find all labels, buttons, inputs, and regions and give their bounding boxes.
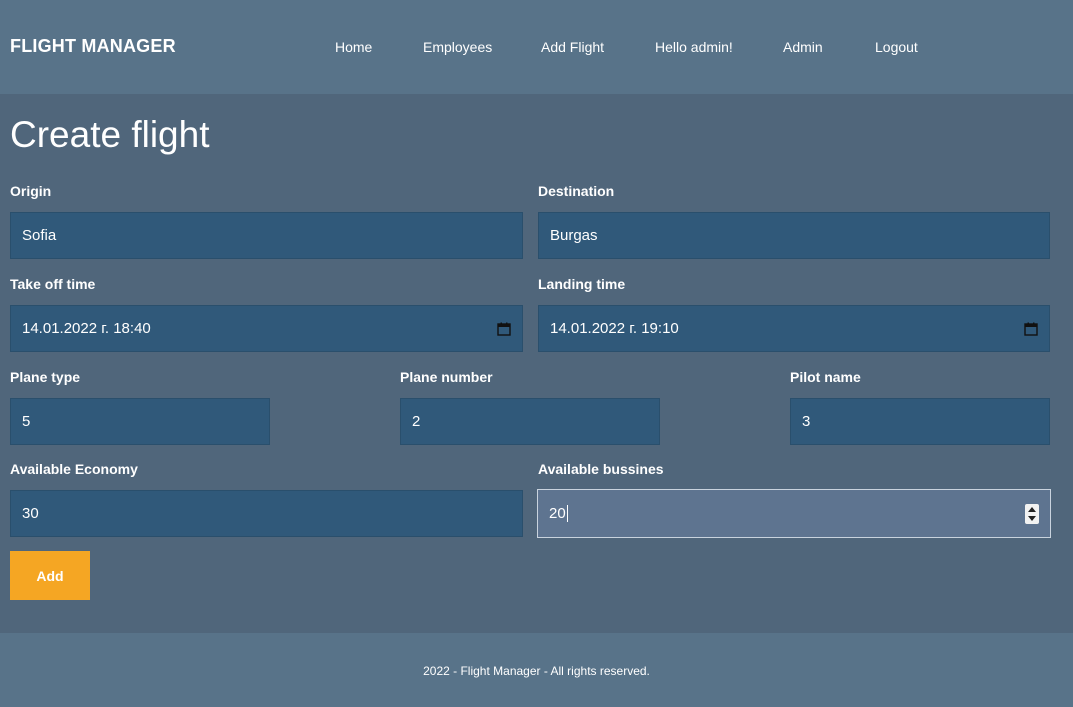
available-economy-label: Available Economy	[10, 461, 138, 477]
footer-copyright: 2022 - Flight Manager - All rights reser…	[423, 664, 650, 678]
brand-logo[interactable]: FLIGHT MANAGER	[10, 36, 176, 57]
landing-time-label: Landing time	[538, 276, 626, 292]
plane-type-input[interactable]: 5	[10, 398, 270, 445]
available-business-value: 20	[549, 504, 566, 522]
available-business-input[interactable]: 20	[537, 489, 1051, 538]
takeoff-time-label: Take off time	[10, 276, 96, 292]
navbar: FLIGHT MANAGER Home Employees Add Flight…	[0, 0, 1073, 94]
takeoff-time-input[interactable]: 14.01.2022 г. 18:40	[10, 305, 523, 352]
takeoff-time-value: 14.01.2022 г. 18:40	[22, 320, 151, 337]
pilot-name-label: Pilot name	[790, 369, 861, 385]
plane-type-value: 5	[22, 413, 31, 430]
plane-number-input[interactable]: 2	[400, 398, 660, 445]
text-caret	[566, 505, 568, 523]
plane-number-value: 2	[412, 413, 421, 430]
calendar-icon[interactable]	[1024, 322, 1038, 336]
destination-value: Burgas	[550, 227, 598, 244]
plane-number-label: Plane number	[400, 369, 493, 385]
available-economy-input[interactable]: 30	[10, 490, 523, 537]
nav-admin[interactable]: Admin	[783, 39, 823, 55]
pilot-name-value: 3	[802, 413, 811, 430]
calendar-icon[interactable]	[497, 322, 511, 336]
nav-home[interactable]: Home	[335, 39, 372, 55]
destination-label: Destination	[538, 183, 615, 199]
origin-value: Sofia	[22, 227, 57, 244]
add-button[interactable]: Add	[10, 551, 90, 600]
pilot-name-input[interactable]: 3	[790, 398, 1050, 445]
available-economy-value: 30	[22, 505, 39, 522]
spinner-icon[interactable]	[1025, 503, 1039, 524]
available-business-label: Available bussines	[538, 461, 664, 477]
footer: 2022 - Flight Manager - All rights reser…	[0, 633, 1073, 707]
nav-hello-admin[interactable]: Hello admin!	[655, 39, 733, 55]
landing-time-value: 14.01.2022 г. 19:10	[550, 320, 679, 337]
plane-type-label: Plane type	[10, 369, 81, 385]
nav-logout[interactable]: Logout	[875, 39, 918, 55]
origin-label: Origin	[10, 183, 52, 199]
nav-employees[interactable]: Employees	[423, 39, 492, 55]
origin-input[interactable]: Sofia	[10, 212, 523, 259]
page-title: Create flight	[10, 114, 210, 155]
destination-input[interactable]: Burgas	[538, 212, 1050, 259]
nav-add-flight[interactable]: Add Flight	[541, 39, 604, 55]
landing-time-input[interactable]: 14.01.2022 г. 19:10	[538, 305, 1050, 352]
